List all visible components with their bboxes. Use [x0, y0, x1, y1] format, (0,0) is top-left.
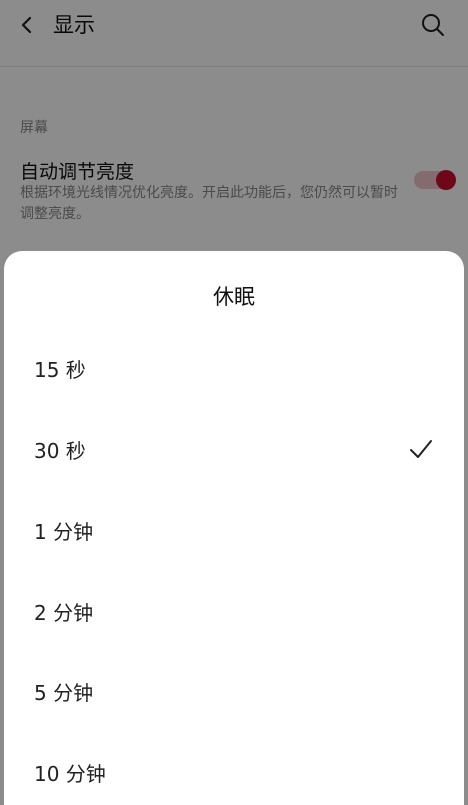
display-settings-screen: 显示 屏幕 自动调节亮度 根据环境光线情况优化亮度。开启此功能后，您仍然可以暂时…	[0, 0, 468, 805]
sleep-bottom-sheet: 休眠 15 秒 30 秒 1 分钟 2 分钟 5 分钟 10 分钟	[4, 251, 464, 805]
option-label: 10 分钟	[34, 762, 106, 786]
option-label: 2 分钟	[34, 601, 94, 625]
sleep-option-10min[interactable]: 10 分钟	[4, 732, 464, 805]
sheet-title: 休眠	[213, 285, 255, 309]
option-label: 30 秒	[34, 439, 86, 463]
sleep-option-30s[interactable]: 30 秒	[4, 409, 464, 489]
sleep-option-1min[interactable]: 1 分钟	[4, 490, 464, 570]
option-label: 15 秒	[34, 358, 86, 382]
sleep-option-2min[interactable]: 2 分钟	[4, 571, 464, 651]
sleep-option-5min[interactable]: 5 分钟	[4, 651, 464, 731]
checkmark-icon	[410, 440, 432, 458]
sleep-option-15s[interactable]: 15 秒	[4, 328, 464, 408]
option-label: 1 分钟	[34, 520, 94, 544]
option-label: 5 分钟	[34, 681, 94, 705]
